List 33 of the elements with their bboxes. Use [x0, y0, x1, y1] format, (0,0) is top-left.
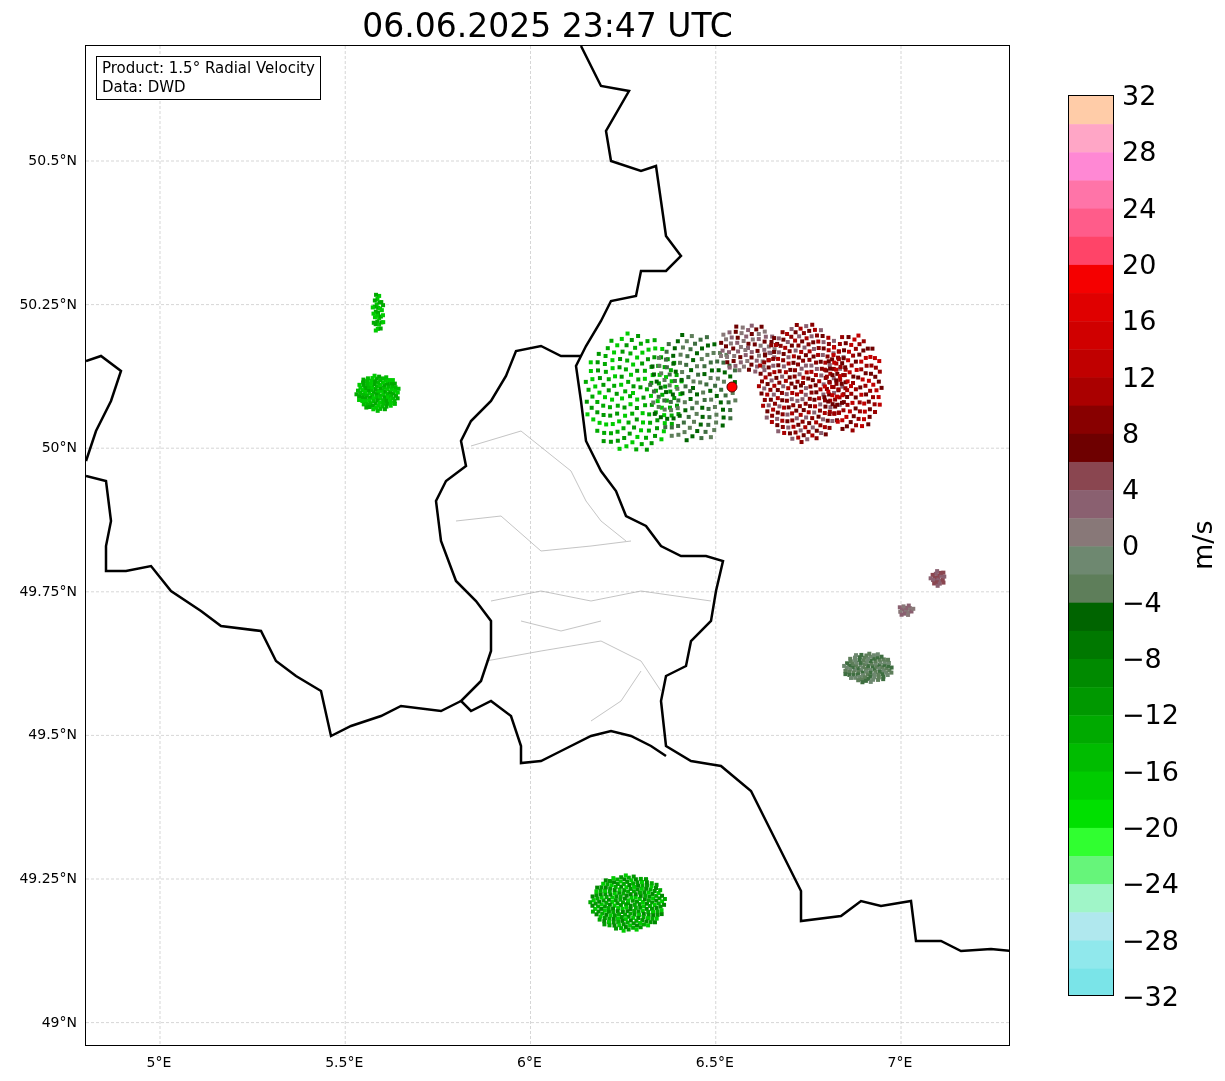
longitude-tick-label: 5.5°E — [325, 1053, 364, 1072]
colorbar-tick-label: 0 — [1122, 531, 1140, 559]
longitude-tick-label: 5°E — [146, 1053, 172, 1072]
colorbar-tick-label: 16 — [1122, 306, 1157, 334]
longitude-tick-label: 6.5°E — [695, 1053, 734, 1072]
colorbar-tick-label: 4 — [1122, 475, 1140, 503]
info-text: Data: DWD — [102, 78, 187, 97]
colorbar-tick-label: 24 — [1122, 194, 1157, 222]
colorbar-label: m/s — [1186, 520, 1220, 571]
colorbar-tick-label: −20 — [1122, 813, 1179, 841]
colorbar-tick-label: −16 — [1122, 757, 1179, 785]
colorbar-tick-label: 12 — [1122, 363, 1157, 390]
colorbar-tick-label: 32 — [1122, 81, 1157, 109]
latitude-tick-label: 49.75°N — [19, 581, 77, 601]
colorbar-tick-label: −32 — [1122, 982, 1179, 1010]
latitude-tick-label: 50.5°N — [28, 150, 77, 170]
colorbar-tick-label: −8 — [1122, 644, 1162, 672]
colorbar-tick-label: 20 — [1122, 250, 1157, 278]
colorbar-tick-label: −24 — [1122, 869, 1179, 897]
colorbar-tick-label: −12 — [1122, 700, 1179, 728]
longitude-tick-label: 6°E — [517, 1053, 542, 1072]
colorbar-tick-label: −28 — [1122, 926, 1179, 953]
longitude-tick-label: 7°E — [887, 1053, 913, 1072]
info-text: Product: 1.5° Radial Velocity — [102, 59, 315, 78]
colorbar-tick-label: 8 — [1122, 419, 1140, 447]
latitude-tick-label: 49.25°N — [19, 868, 77, 888]
latitude-tick-label: 50.25°N — [19, 294, 77, 314]
colorbar-tick-label: 28 — [1122, 137, 1157, 165]
latitude-tick-label: 49.5°N — [28, 724, 77, 744]
colorbar-tick-label: −4 — [1122, 588, 1162, 616]
chart-title: 06.06.2025 23:47 UTC — [362, 9, 733, 45]
latitude-tick-label: 49°N — [41, 1012, 77, 1032]
latitude-tick-label: 50°N — [41, 437, 77, 457]
